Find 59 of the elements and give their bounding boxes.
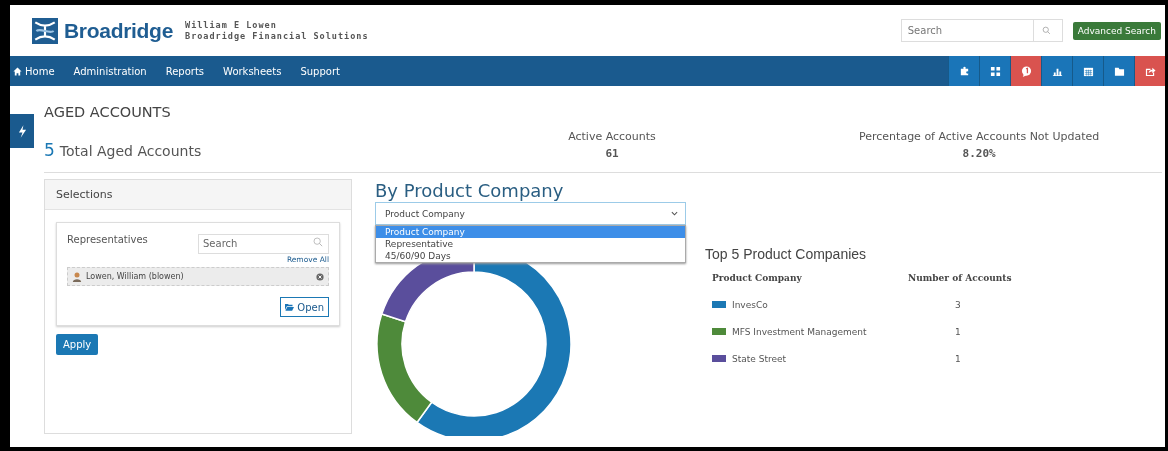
person-icon (72, 271, 82, 282)
folder-icon (285, 303, 295, 311)
stat-value: 61 (605, 147, 619, 160)
search-field[interactable]: Search (900, 19, 1063, 42)
home-icon (13, 66, 22, 76)
puzzle-button[interactable] (948, 56, 979, 86)
nav-link[interactable]: Worksheets (223, 65, 282, 77)
folder-icon (1113, 65, 1125, 77)
stat-value: 8.20% (962, 147, 996, 160)
user-name: William E Lowen (185, 19, 278, 31)
legend-title: Top 5 Product Companies (705, 246, 868, 262)
nav-link[interactable]: Support (300, 65, 340, 77)
calendar-button[interactable] (1072, 56, 1103, 86)
dropdown-option[interactable]: 45/60/90 Days (376, 250, 685, 262)
folder-button[interactable] (1103, 56, 1134, 86)
panel-title: Selections (56, 188, 113, 201)
chat-button[interactable] (1010, 56, 1041, 86)
remove-icon[interactable] (316, 272, 324, 281)
nav-link[interactable]: Administration (73, 65, 147, 77)
dropdown-option[interactable]: Representative (376, 238, 685, 250)
bars-button[interactable] (1041, 56, 1072, 86)
table-cell: InvesCo (732, 299, 768, 310)
nav-link[interactable]: Home (13, 65, 55, 77)
stat-label: Percentage of Active Accounts Not Updated (859, 130, 1100, 143)
advanced-search-button[interactable]: Advanced Search (1072, 21, 1161, 40)
share-icon (1144, 65, 1156, 77)
table-cell: State Street (732, 353, 787, 364)
total-label: Total Aged Accounts (59, 143, 202, 159)
grid-icon (989, 65, 1001, 77)
calendar-icon (1082, 65, 1094, 77)
open-button[interactable]: Open (280, 297, 329, 317)
table-cell: MFS Investment Management (732, 326, 867, 337)
grid-button[interactable] (979, 56, 1010, 86)
chart-title: By Product Company (375, 179, 565, 202)
column-header: Number of Accounts (908, 272, 1013, 283)
page-title: AGED ACCOUNTS (44, 103, 172, 121)
representative-chip[interactable]: Lowen, William (blowen) (67, 267, 329, 286)
table-cell: 1 (955, 326, 961, 337)
puzzle-icon (958, 65, 970, 77)
chevron-icon (671, 211, 678, 216)
search-icon (313, 237, 323, 247)
column-header: Product Company (711, 272, 803, 283)
table-cell: 1 (955, 353, 961, 364)
stat-label: Active Accounts (568, 130, 656, 143)
total-count: 5 (44, 140, 55, 160)
logo-icon (32, 17, 58, 44)
field-label: Representatives (67, 234, 148, 247)
nav-link[interactable]: Reports (165, 65, 205, 77)
share-button[interactable] (1134, 56, 1165, 86)
brand-name: Broadridge (64, 18, 173, 43)
apply-button[interactable]: Apply (56, 334, 99, 355)
table-cell: 3 (955, 299, 961, 310)
search-icon (1041, 26, 1051, 35)
company-name: Broadridge Financial Solutions (185, 30, 369, 42)
search-field[interactable]: Search (198, 233, 329, 254)
lightning-icon (17, 124, 27, 138)
dropdown-field[interactable]: Product Company (375, 202, 686, 225)
quick-actions-tab[interactable] (10, 114, 34, 148)
chat-icon (1020, 65, 1032, 77)
